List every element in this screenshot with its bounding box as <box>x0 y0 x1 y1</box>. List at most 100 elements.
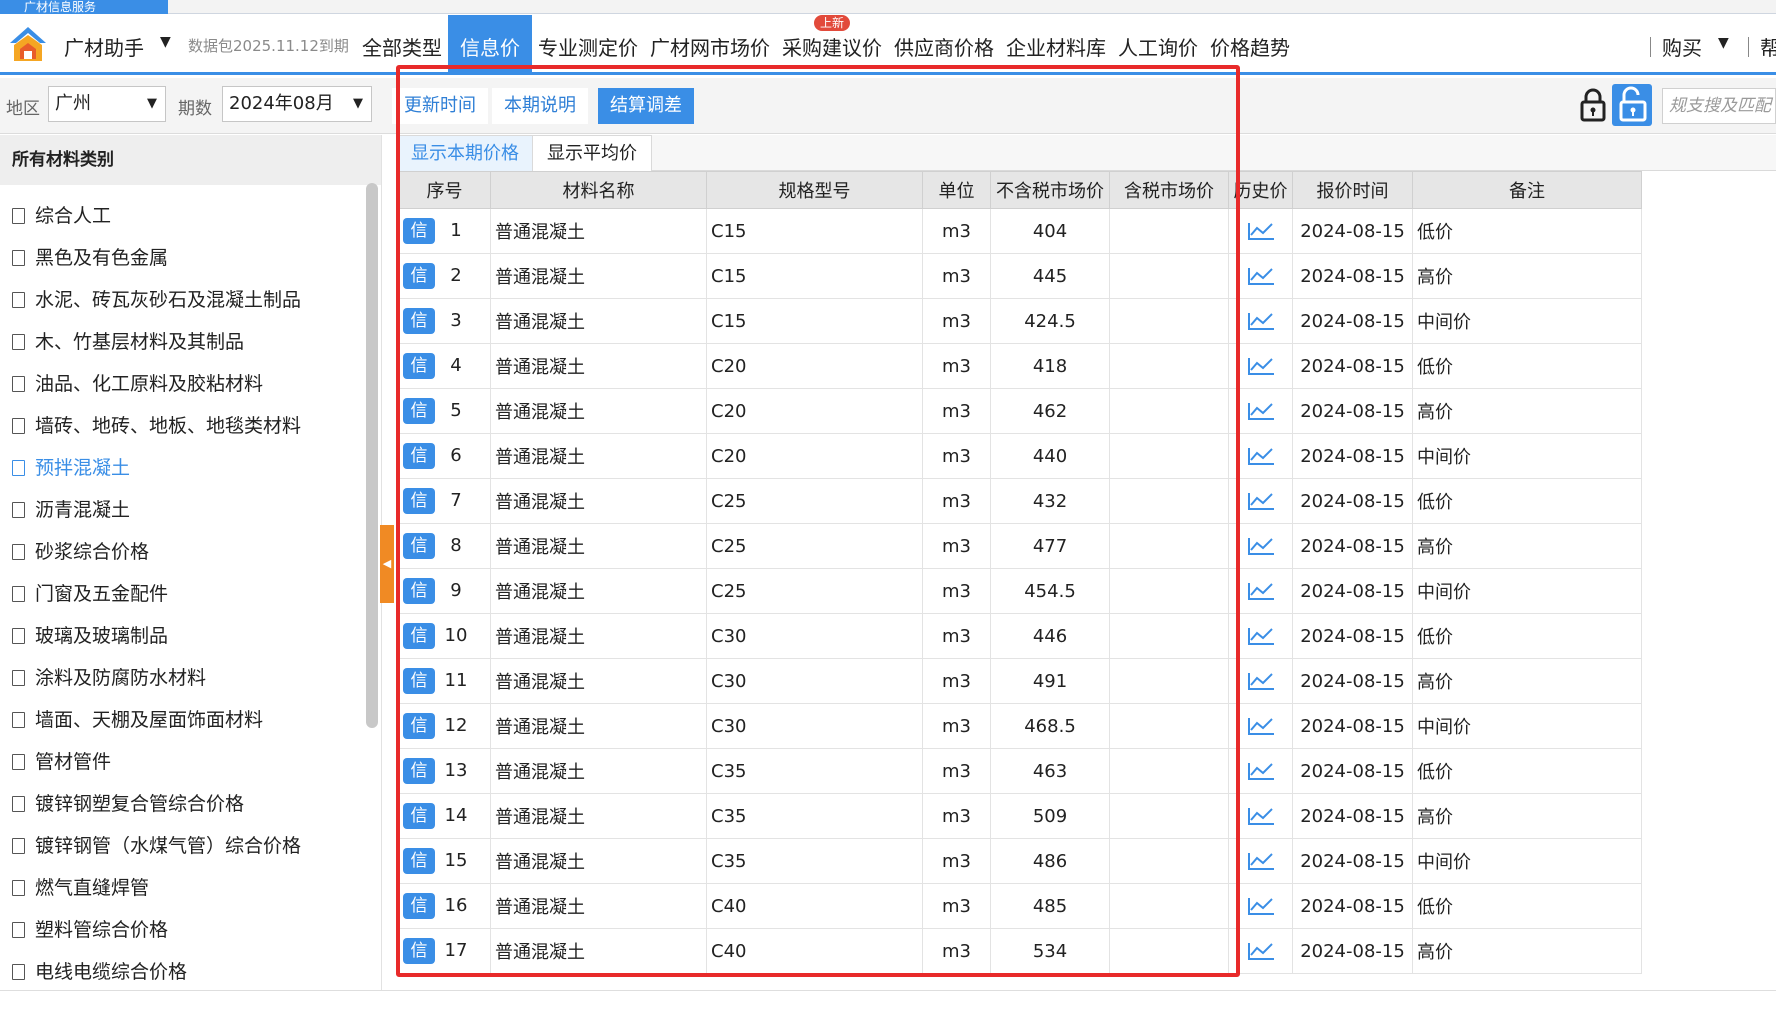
sidebar-category-item[interactable]: 管材管件 <box>0 741 381 783</box>
table-row[interactable]: 信 14 普通混凝土 C35 m3 509 2024-08-15 高价 <box>398 793 1642 839</box>
info-price-badge: 信 <box>403 668 435 694</box>
table-row[interactable]: 信 12 普通混凝土 C30 m3 468.5 2024-08-15 中间价 <box>398 703 1642 749</box>
brand-name[interactable]: 广材助手 <box>64 32 144 61</box>
material-name: 普通混凝土 <box>490 298 707 344</box>
column-header[interactable]: 材料名称 <box>490 171 707 209</box>
nav-tab-7[interactable]: 人工询价 <box>1112 15 1204 72</box>
sidebar-category-item[interactable]: 涂料及防腐防水材料 <box>0 657 381 699</box>
tab-current-price[interactable]: 显示本期价格 <box>396 135 534 171</box>
trend-chart-icon[interactable] <box>1246 445 1276 467</box>
trend-chart-icon[interactable] <box>1246 220 1276 242</box>
column-header[interactable]: 备注 <box>1412 171 1642 209</box>
table-row[interactable]: 信 11 普通混凝土 C30 m3 491 2024-08-15 高价 <box>398 658 1642 704</box>
nav-tab-0[interactable]: 全部类型 <box>356 15 448 72</box>
document-icon <box>12 586 25 602</box>
unlock-icon[interactable] <box>1612 84 1652 126</box>
sidebar-category-item[interactable]: 镀锌钢塑复合管综合价格 <box>0 783 381 825</box>
sidebar-category-item[interactable]: 电线电缆综合价格 <box>0 951 381 990</box>
nav-tab-1[interactable]: 信息价 <box>448 15 532 72</box>
period-select[interactable]: 2024年08月 ▼ <box>222 86 372 122</box>
lock-icon[interactable] <box>1578 88 1608 122</box>
trend-chart-icon[interactable] <box>1246 355 1276 377</box>
trend-chart-icon[interactable] <box>1246 265 1276 287</box>
nav-tab-4[interactable]: 采购建议价 上新 <box>776 15 888 72</box>
top-strip-tab[interactable]: 广材信息服务 <box>0 0 168 14</box>
trend-chart-icon[interactable] <box>1246 490 1276 512</box>
period-notes-button[interactable]: 本期说明 <box>492 88 588 124</box>
sidebar-category-item[interactable]: 燃气直缝焊管 <box>0 867 381 909</box>
chevron-down-icon[interactable]: ▼ <box>160 34 171 50</box>
sidebar-category-item[interactable]: 木、竹基层材料及其制品 <box>0 321 381 363</box>
document-icon <box>12 334 25 350</box>
table-row[interactable]: 信 8 普通混凝土 C25 m3 477 2024-08-15 高价 <box>398 523 1642 569</box>
table-row[interactable]: 信 15 普通混凝土 C35 m3 486 2024-08-15 中间价 <box>398 838 1642 884</box>
trend-chart-icon[interactable] <box>1246 805 1276 827</box>
sidebar-category-item[interactable]: 黑色及有色金属 <box>0 237 381 279</box>
search-input[interactable]: 规支搜及匹配 <box>1662 88 1776 124</box>
nav-tab-8[interactable]: 价格趋势 <box>1204 15 1296 72</box>
sidebar-category-item[interactable]: 油品、化工原料及胶粘材料 <box>0 363 381 405</box>
nav-tab-2[interactable]: 专业测定价 <box>532 15 644 72</box>
sidebar-scrollbar[interactable] <box>366 183 378 728</box>
table-row[interactable]: 信 6 普通混凝土 C20 m3 440 2024-08-15 中间价 <box>398 433 1642 479</box>
trend-chart-icon[interactable] <box>1246 625 1276 647</box>
trend-chart-icon[interactable] <box>1246 580 1276 602</box>
update-time-button[interactable]: 更新时间 <box>392 88 488 124</box>
trend-chart-icon[interactable] <box>1246 760 1276 782</box>
table-row[interactable]: 信 10 普通混凝土 C30 m3 446 2024-08-15 低价 <box>398 613 1642 659</box>
nav-tab-5[interactable]: 供应商价格 <box>888 15 1000 72</box>
table-row[interactable]: 信 13 普通混凝土 C35 m3 463 2024-08-15 低价 <box>398 748 1642 794</box>
table-row[interactable]: 信 2 普通混凝土 C15 m3 445 2024-08-15 高价 <box>398 253 1642 299</box>
column-header[interactable]: 序号 <box>398 171 491 209</box>
sidebar-category-item[interactable]: 水泥、砖瓦灰砂石及混凝土制品 <box>0 279 381 321</box>
spec-model: C20 <box>706 433 923 479</box>
column-header[interactable]: 历史价 <box>1228 171 1293 209</box>
filter-bar: 地区 广州 ▼ 期数 2024年08月 ▼ 更新时间 本期说明 结算调差 规支搜… <box>0 78 1776 134</box>
table-row[interactable]: 信 4 普通混凝土 C20 m3 418 2024-08-15 低价 <box>398 343 1642 389</box>
trend-chart-icon[interactable] <box>1246 850 1276 872</box>
sidebar-category-item[interactable]: 塑料管综合价格 <box>0 909 381 951</box>
material-name: 普通混凝土 <box>490 838 707 884</box>
region-select[interactable]: 广州 ▼ <box>48 86 166 122</box>
sidebar-header[interactable]: 所有材料类别 <box>0 135 381 185</box>
sidebar-category-item[interactable]: 墙砖、地砖、地板、地毯类材料 <box>0 405 381 447</box>
trend-chart-icon[interactable] <box>1246 895 1276 917</box>
trend-chart-icon[interactable] <box>1246 310 1276 332</box>
table-row[interactable]: 信 7 普通混凝土 C25 m3 432 2024-08-15 低价 <box>398 478 1642 524</box>
table-row[interactable]: 信 17 普通混凝土 C40 m3 534 2024-08-15 高价 <box>398 928 1642 974</box>
table-row[interactable]: 信 3 普通混凝土 C15 m3 424.5 2024-08-15 中间价 <box>398 298 1642 344</box>
nav-tab-3[interactable]: 广材网市场价 <box>644 15 776 72</box>
tab-average-price[interactable]: 显示平均价 <box>532 135 652 171</box>
trend-chart-icon[interactable] <box>1246 670 1276 692</box>
buy-menu[interactable]: 购买 <box>1662 32 1702 61</box>
sidebar-category-item[interactable]: 沥青混凝土 <box>0 489 381 531</box>
column-header[interactable]: 单位 <box>922 171 991 209</box>
collapse-sidebar-handle[interactable]: ◀ <box>380 525 394 603</box>
unit: m3 <box>922 523 991 569</box>
trend-chart-icon[interactable] <box>1246 940 1276 962</box>
sidebar-category-item[interactable]: 门窗及五金配件 <box>0 573 381 615</box>
sidebar-category-item[interactable]: 预拌混凝土 <box>0 447 381 489</box>
table-row[interactable]: 信 1 普通混凝土 C15 m3 404 2024-08-15 低价 <box>398 208 1642 254</box>
column-header[interactable]: 规格型号 <box>706 171 923 209</box>
help-menu[interactable]: 帮 <box>1760 32 1776 61</box>
remark: 中间价 <box>1412 568 1642 614</box>
column-header[interactable]: 不含税市场价 <box>990 171 1110 209</box>
chevron-down-icon[interactable]: ▼ <box>1718 35 1729 51</box>
column-header[interactable]: 含税市场价 <box>1109 171 1229 209</box>
settlement-adjust-button[interactable]: 结算调差 <box>598 88 694 124</box>
sidebar-category-item[interactable]: 综合人工 <box>0 195 381 237</box>
table-row[interactable]: 信 9 普通混凝土 C25 m3 454.5 2024-08-15 中间价 <box>398 568 1642 614</box>
sidebar-category-item[interactable]: 镀锌钢管（水煤气管）综合价格 <box>0 825 381 867</box>
trend-chart-icon[interactable] <box>1246 400 1276 422</box>
trend-chart-icon[interactable] <box>1246 715 1276 737</box>
sidebar-category-item[interactable]: 玻璃及玻璃制品 <box>0 615 381 657</box>
table-row[interactable]: 信 16 普通混凝土 C40 m3 485 2024-08-15 低价 <box>398 883 1642 929</box>
nav-tab-6[interactable]: 企业材料库 <box>1000 15 1112 72</box>
material-name: 普通混凝土 <box>490 883 707 929</box>
trend-chart-icon[interactable] <box>1246 535 1276 557</box>
table-row[interactable]: 信 5 普通混凝土 C20 m3 462 2024-08-15 高价 <box>398 388 1642 434</box>
sidebar-category-item[interactable]: 砂浆综合价格 <box>0 531 381 573</box>
column-header[interactable]: 报价时间 <box>1292 171 1413 209</box>
sidebar-category-item[interactable]: 墙面、天棚及屋面饰面材料 <box>0 699 381 741</box>
